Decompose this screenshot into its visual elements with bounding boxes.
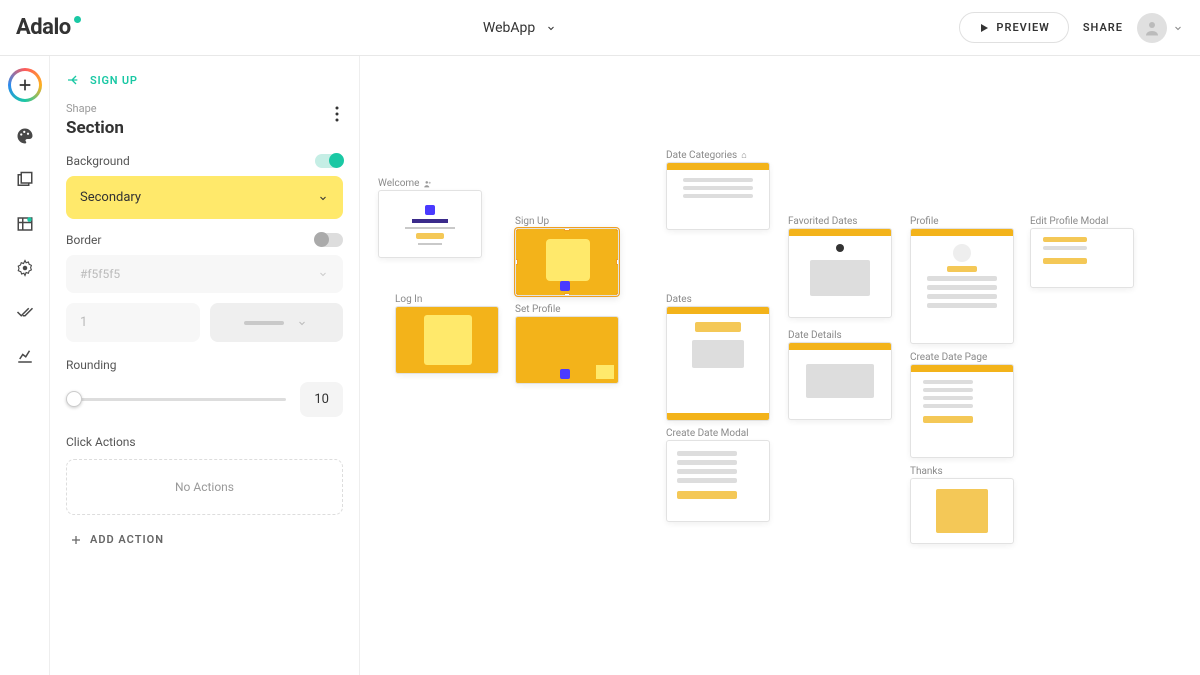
screen-label-login[interactable]: Log In xyxy=(395,294,422,305)
app-name-dropdown[interactable]: WebApp xyxy=(483,20,557,36)
settings-tab[interactable] xyxy=(15,258,35,278)
brand-logo: Adalo xyxy=(16,15,81,40)
screens-tab[interactable] xyxy=(15,170,35,190)
screen-create-date-modal[interactable] xyxy=(666,440,770,522)
screen-label-create-date-modal[interactable]: Create Date Modal xyxy=(666,428,749,439)
breadcrumb-back[interactable]: SIGN UP xyxy=(66,64,343,102)
screen-signup[interactable] xyxy=(515,228,619,296)
add-action-label: ADD ACTION xyxy=(90,533,164,546)
screen-label-create-date-page[interactable]: Create Date Page xyxy=(910,352,987,363)
background-label: Background xyxy=(66,154,130,168)
screens-icon xyxy=(16,171,34,189)
app-header: Adalo WebApp PREVIEW SHARE xyxy=(0,0,1200,56)
screen-login[interactable] xyxy=(395,306,499,374)
screen-welcome[interactable] xyxy=(378,190,482,258)
screen-label-date-details[interactable]: Date Details xyxy=(788,330,842,341)
add-action-button[interactable]: ADD ACTION xyxy=(66,533,343,546)
user-menu[interactable] xyxy=(1137,13,1184,43)
screen-set-profile[interactable] xyxy=(515,316,619,384)
gear-icon xyxy=(16,259,34,277)
screen-label-set-profile[interactable]: Set Profile xyxy=(515,304,561,315)
analytics-tab[interactable] xyxy=(15,346,35,366)
screen-label-date-categories[interactable]: Date Categories ⌂ xyxy=(666,150,747,161)
background-toggle[interactable] xyxy=(315,154,343,168)
branding-tab[interactable] xyxy=(15,126,35,146)
plus-icon xyxy=(70,534,82,546)
border-color-select: #f5f5f5 xyxy=(66,255,343,293)
rounding-label: Rounding xyxy=(66,358,343,372)
rounding-slider[interactable] xyxy=(66,398,286,401)
avatar-icon xyxy=(1137,13,1167,43)
brand-dot-icon xyxy=(74,16,81,23)
header-actions: PREVIEW SHARE xyxy=(959,12,1184,43)
publish-tab[interactable] xyxy=(15,302,35,322)
chevron-down-icon xyxy=(545,22,557,34)
share-button[interactable]: SHARE xyxy=(1083,21,1123,34)
border-style-preview xyxy=(244,321,284,325)
plus-icon xyxy=(17,77,33,93)
screen-thanks[interactable] xyxy=(910,478,1014,544)
component-type-label: Shape xyxy=(66,102,124,115)
properties-panel: SIGN UP Shape Section Background Seconda… xyxy=(50,56,360,675)
double-check-icon xyxy=(16,303,34,321)
users-icon xyxy=(423,179,433,189)
border-toggle[interactable] xyxy=(315,233,343,247)
chevron-down-icon xyxy=(317,268,329,280)
border-width-input: 1 xyxy=(66,303,200,342)
screen-date-categories[interactable] xyxy=(666,162,770,230)
database-tab[interactable] xyxy=(15,214,35,234)
actions-empty-state: No Actions xyxy=(66,459,343,515)
rounding-value-input[interactable]: 10 xyxy=(300,382,343,417)
database-icon xyxy=(16,215,34,233)
chevron-down-icon xyxy=(317,192,329,204)
screen-label-signup[interactable]: Sign Up xyxy=(515,216,549,227)
chevron-down-icon xyxy=(1172,22,1184,34)
preview-button[interactable]: PREVIEW xyxy=(959,12,1068,43)
component-title: Section xyxy=(66,118,124,138)
screen-profile[interactable] xyxy=(910,228,1014,344)
brand-logo-text: Adalo xyxy=(16,15,71,40)
home-icon: ⌂ xyxy=(741,150,746,161)
tool-rail xyxy=(0,56,50,675)
palette-icon xyxy=(16,127,34,145)
screen-favorited-dates[interactable] xyxy=(788,228,892,318)
kebab-icon xyxy=(335,106,339,122)
click-actions-label: Click Actions xyxy=(66,435,343,449)
chevron-down-icon xyxy=(296,317,308,329)
preview-label: PREVIEW xyxy=(996,21,1049,34)
screen-label-favorited[interactable]: Favorited Dates xyxy=(788,216,857,227)
background-color-value: Secondary xyxy=(80,190,141,205)
screen-label-welcome[interactable]: Welcome xyxy=(378,178,433,189)
breadcrumb-label: SIGN UP xyxy=(90,74,138,87)
screen-label-thanks[interactable]: Thanks xyxy=(910,466,943,477)
app-name-label: WebApp xyxy=(483,20,535,36)
screen-label-edit-profile[interactable]: Edit Profile Modal xyxy=(1030,216,1108,227)
border-color-value: #f5f5f5 xyxy=(80,267,120,281)
screen-edit-profile-modal[interactable] xyxy=(1030,228,1134,288)
screen-date-details[interactable] xyxy=(788,342,892,420)
background-color-select[interactable]: Secondary xyxy=(66,176,343,219)
border-style-select xyxy=(210,303,344,342)
component-menu-button[interactable] xyxy=(331,102,343,126)
screen-create-date-page[interactable] xyxy=(910,364,1014,458)
slider-thumb[interactable] xyxy=(66,391,82,407)
person-icon xyxy=(1143,19,1161,37)
screen-dates[interactable] xyxy=(666,306,770,421)
screen-label-dates[interactable]: Dates xyxy=(666,294,692,305)
screen-canvas[interactable]: Welcome Sign Up Log In xyxy=(360,56,1200,675)
analytics-icon xyxy=(16,347,34,365)
screen-label-profile[interactable]: Profile xyxy=(910,216,939,227)
border-label: Border xyxy=(66,233,101,247)
add-component-button[interactable] xyxy=(8,68,42,102)
arrow-left-icon xyxy=(66,72,82,88)
play-icon xyxy=(978,22,990,34)
